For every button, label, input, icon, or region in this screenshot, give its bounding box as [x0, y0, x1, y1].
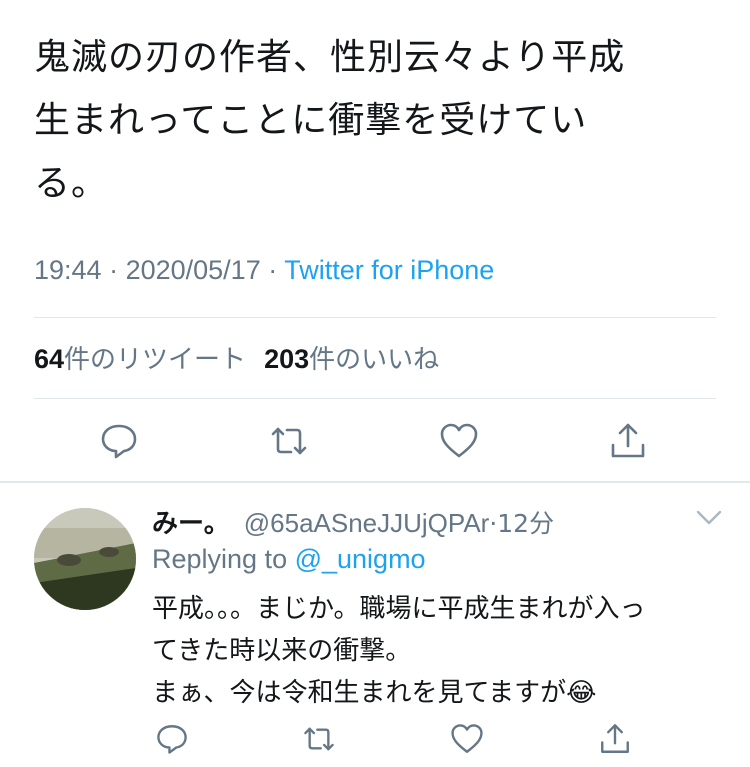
likes-count: 203: [264, 344, 310, 374]
reply-retweet-icon[interactable]: [302, 722, 336, 756]
meta-separator: ·: [101, 255, 126, 285]
reply-like-icon[interactable]: [450, 722, 484, 756]
avatar-photo: [34, 508, 136, 610]
reply-author-handle[interactable]: @65aASneJJUjQPAr: [244, 508, 490, 538]
replying-to: Replying to @_unigmo: [152, 544, 426, 575]
replying-to-mention[interactable]: @_unigmo: [295, 544, 426, 574]
share-icon[interactable]: [608, 421, 648, 461]
tweet-time: 19:44: [34, 255, 102, 285]
likes-label: 件のいいね: [309, 345, 440, 375]
retweets-count: 64: [34, 344, 65, 374]
chevron-down-icon[interactable]: [696, 510, 722, 526]
meta-separator: ·: [260, 255, 285, 285]
retweets-stat[interactable]: 64件のリツイート: [34, 344, 247, 375]
retweet-icon[interactable]: [269, 421, 309, 461]
retweets-label: 件のリツイート: [64, 345, 247, 375]
tweet-stats: 64件のリツイート 203件のいいね: [34, 339, 439, 376]
divider: [34, 398, 716, 399]
reply-header: みー。 @65aASneJJUjQPAr·12分: [152, 503, 554, 540]
reply-reply-icon[interactable]: [155, 722, 189, 756]
reply-text: 平成。。。まじか。職場に平成生まれが入っ てきた時以来の衝撃。 まぁ、今は令和生…: [152, 594, 646, 708]
reply-share-icon[interactable]: [598, 722, 632, 756]
tweet-source-link[interactable]: Twitter for iPhone: [284, 255, 494, 285]
avatar[interactable]: [34, 508, 136, 610]
like-icon[interactable]: [439, 421, 479, 461]
divider: [34, 317, 716, 318]
tweet-meta: 19:44 · 2020/05/17 · Twitter for iPhone: [34, 255, 494, 286]
reply-icon[interactable]: [99, 421, 139, 461]
replying-prefix: Replying to: [152, 544, 295, 574]
likes-stat[interactable]: 203件のいいね: [264, 344, 440, 375]
tweet-date: 2020/05/17: [125, 255, 261, 285]
section-divider: [0, 481, 750, 483]
reply-time: 12分: [497, 509, 555, 538]
reply-author-name[interactable]: みー。: [152, 509, 230, 539]
tweet-text: 鬼滅の刃の作者、性別云々より平成 生まれってことに衝撃を受けてい る。: [34, 37, 626, 204]
